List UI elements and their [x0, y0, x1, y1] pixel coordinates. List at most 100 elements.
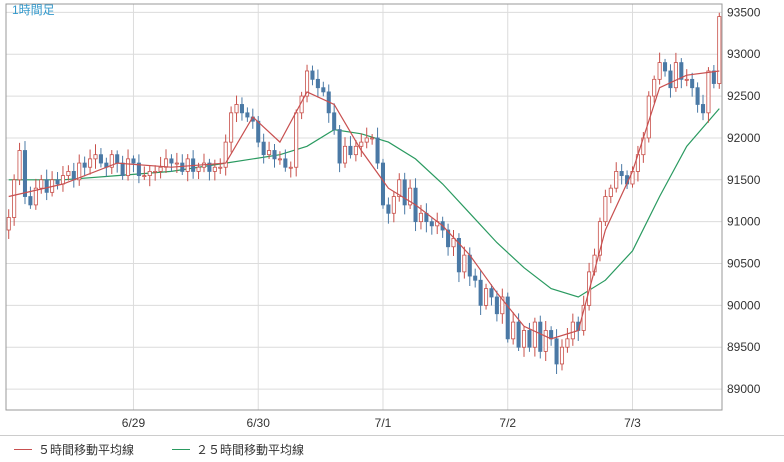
- ma5-line: [8, 70, 720, 340]
- timeframe-label: 1時間足: [12, 3, 55, 17]
- candle-body: [321, 87, 326, 93]
- legend-label-ma25: ２５時間移動平均線: [196, 443, 305, 457]
- candle-body: [82, 162, 87, 168]
- candle-body: [684, 78, 689, 81]
- candle-body: [429, 221, 434, 227]
- candle-body: [386, 204, 391, 214]
- candle-body: [342, 145, 348, 164]
- candle-body: [272, 150, 277, 160]
- candle-body: [451, 237, 456, 248]
- candle-body: [462, 254, 467, 273]
- candle-body: [391, 196, 396, 214]
- candle-body: [505, 296, 510, 340]
- candle-body: [174, 162, 179, 165]
- candle-body: [554, 338, 559, 365]
- candles-group: [6, 12, 722, 375]
- candle-body: [115, 154, 120, 164]
- candle-body: [239, 104, 244, 114]
- candle-body: [98, 154, 103, 164]
- candle-body: [532, 321, 537, 348]
- candle-body: [120, 162, 125, 177]
- grid-lines: [6, 4, 722, 410]
- candle-body: [549, 330, 554, 340]
- candle-body: [348, 145, 353, 156]
- candle-body: [6, 217, 11, 231]
- candle-body: [402, 179, 407, 206]
- legend-item-ma5: ５時間移動平均線: [14, 441, 134, 458]
- candle-body: [158, 166, 163, 172]
- y-tick-label: 92500: [727, 89, 761, 103]
- candle-body: [261, 141, 266, 156]
- candle-body: [527, 330, 532, 348]
- chart-window: 89000 89500 90000 90500 91000 91500 92000 92500…: [0, 0, 784, 462]
- candle-body: [570, 321, 575, 340]
- legend: ５時間移動平均線 ２５時間移動平均線: [0, 436, 784, 462]
- candle-body: [169, 158, 174, 164]
- candle-body: [608, 187, 613, 197]
- candle-body: [245, 112, 250, 118]
- candle-body: [478, 279, 483, 306]
- y-tick-label: 90000: [727, 298, 761, 312]
- candle-body: [142, 175, 147, 178]
- y-tick-label: 91000: [727, 215, 761, 229]
- candle-body: [370, 137, 375, 140]
- candle-body: [60, 175, 65, 185]
- x-axis-ticks: 6/29 6/30 7/1 7/2 7/3: [122, 416, 641, 430]
- legend-label-ma5: ５時間移動平均線: [38, 443, 135, 457]
- candle-body: [315, 78, 320, 89]
- x-tick-label: 7/3: [624, 416, 641, 430]
- y-tick-label: 89000: [727, 382, 761, 396]
- candle-body: [700, 104, 706, 114]
- candle-body: [332, 112, 337, 130]
- candle-body: [39, 179, 44, 189]
- candle-body: [359, 141, 364, 147]
- candle-body: [234, 104, 239, 114]
- candle-body: [185, 158, 190, 172]
- candle-body: [695, 87, 700, 105]
- candle-body: [511, 321, 516, 340]
- candle-body: [663, 62, 668, 72]
- candle-body: [603, 196, 608, 223]
- candle-body: [467, 254, 472, 277]
- x-tick-label: 6/29: [122, 416, 146, 430]
- plot-border: [5, 3, 723, 411]
- y-tick-label: 93000: [727, 47, 761, 61]
- candle-body: [71, 171, 76, 181]
- ma5-line-group: [8, 70, 720, 340]
- candle-body: [66, 171, 71, 177]
- candle-body: [283, 158, 288, 168]
- candle-body: [88, 158, 93, 168]
- candle-body: [559, 346, 565, 365]
- candle-body: [375, 137, 380, 164]
- y-axis-ticks: 89000 89500 90000 90500 91000 91500 92000 92500…: [727, 5, 761, 396]
- candle-body: [717, 16, 722, 84]
- candle-body: [521, 330, 527, 348]
- candle-body: [229, 112, 234, 143]
- y-tick-label: 89500: [727, 340, 761, 354]
- x-tick-label: 7/2: [499, 416, 516, 430]
- candle-body: [353, 145, 358, 156]
- candle-body: [131, 158, 136, 164]
- candle-body: [337, 129, 342, 164]
- candlestick-chart: 89000 89500 90000 90500 91000 91500 92000 92500…: [0, 3, 784, 436]
- candle-body: [218, 166, 223, 169]
- candle-body: [180, 162, 185, 172]
- candle-body: [256, 120, 261, 143]
- candle-body: [12, 179, 17, 218]
- legend-swatch-ma25: [172, 449, 190, 450]
- candle-body: [294, 112, 299, 168]
- candle-body: [380, 162, 386, 206]
- candle-body: [44, 179, 49, 193]
- x-tick-label: 7/1: [375, 416, 392, 430]
- candle-body: [55, 179, 60, 185]
- ma25-line: [8, 108, 720, 298]
- candle-body: [212, 166, 217, 172]
- candle-body: [418, 212, 423, 223]
- candle-body: [147, 171, 152, 177]
- ma25-line-group: [8, 108, 720, 298]
- candle-body: [614, 171, 619, 189]
- candle-body: [364, 137, 369, 143]
- candle-body: [28, 196, 33, 206]
- candle-body: [657, 62, 662, 80]
- candle-body: [267, 150, 272, 156]
